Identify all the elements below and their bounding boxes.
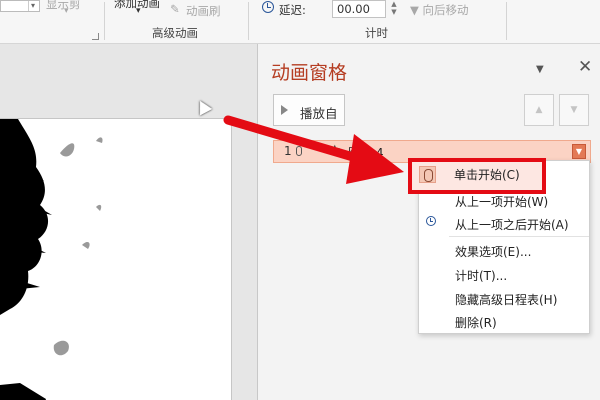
red-arrow-annotation	[223, 115, 404, 184]
